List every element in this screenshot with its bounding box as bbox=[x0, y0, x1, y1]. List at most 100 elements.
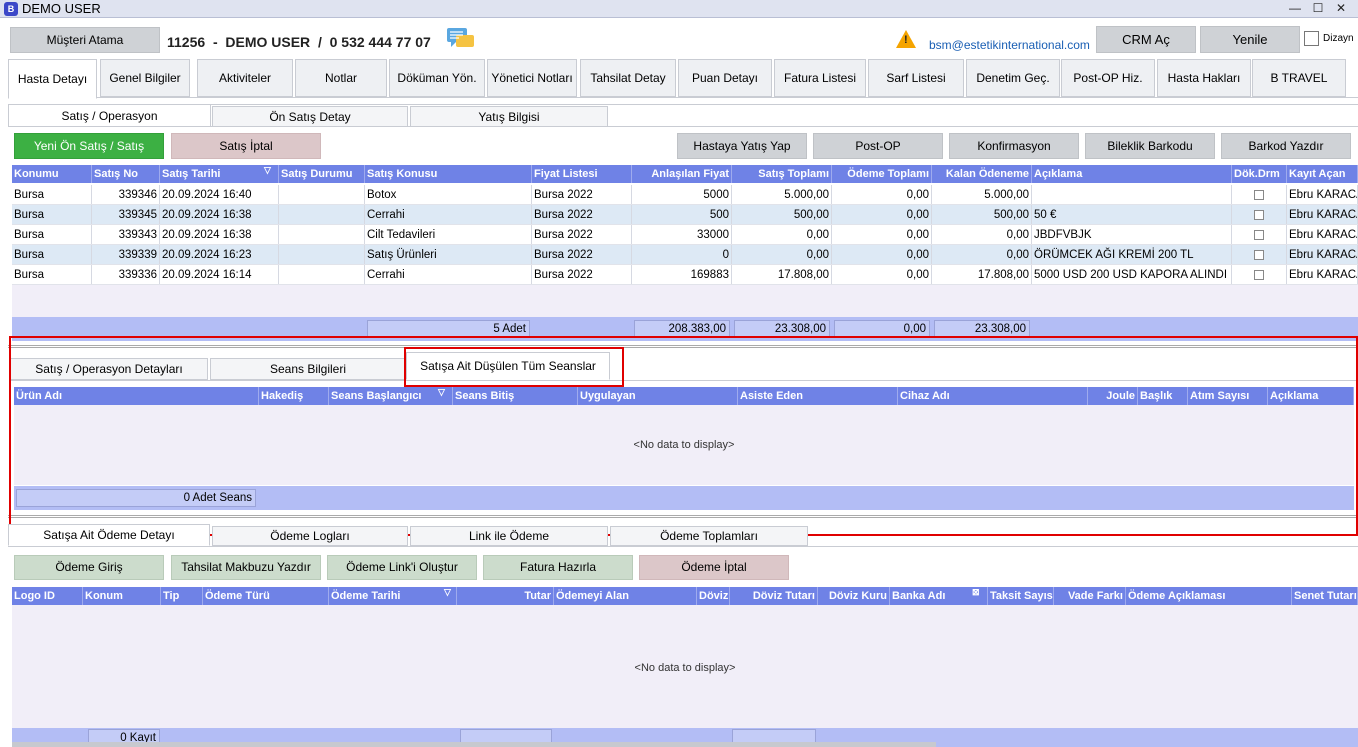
sales-col-header-4[interactable]: Satış Durumu bbox=[279, 165, 365, 183]
doc-status-checkbox[interactable] bbox=[1254, 229, 1264, 240]
main-tab-13[interactable]: Hasta Hakları bbox=[1157, 59, 1251, 97]
doc-status-checkbox[interactable] bbox=[1254, 249, 1264, 260]
table-row[interactable]: Bursa 339345 20.09.2024 16:38 Cerrahi Bursa … bbox=[12, 205, 1358, 225]
post-op-button[interactable]: Post-OP bbox=[813, 133, 943, 159]
doc-status-checkbox[interactable] bbox=[1254, 189, 1264, 200]
maximize-icon[interactable]: ☐ bbox=[1307, 0, 1329, 17]
main-tab-12[interactable]: Post-OP Hiz. bbox=[1061, 59, 1155, 97]
chat-icon[interactable] bbox=[446, 27, 476, 51]
doc-status-checkbox[interactable] bbox=[1254, 269, 1264, 280]
minimize-icon[interactable]: — bbox=[1284, 0, 1306, 17]
payment-col-header-10[interactable]: Döviz Kuru bbox=[818, 587, 890, 605]
sales-col-header-3[interactable]: Satış Tarihi bbox=[160, 165, 279, 183]
cell-tarih: 20.09.2024 16:14 bbox=[160, 265, 279, 284]
sales-col-header-6[interactable]: Fiyat Listesi bbox=[532, 165, 632, 183]
sales-col-header-12[interactable]: Dök.Drm bbox=[1232, 165, 1287, 183]
sub-tab-2[interactable]: Ön Satış Detay bbox=[212, 106, 408, 127]
payment-col-header-3[interactable]: Tip bbox=[161, 587, 203, 605]
main-tab-5[interactable]: Döküman Yön. bbox=[389, 59, 485, 97]
main-tab-9[interactable]: Fatura Listesi bbox=[774, 59, 866, 97]
cell-odeme_toplami: 0,00 bbox=[832, 205, 932, 224]
payment-entry-button[interactable]: Ödeme Giriş bbox=[14, 555, 164, 580]
cell-konum: Bursa bbox=[12, 205, 92, 224]
new-sale-button[interactable]: Yeni Ön Satış / Satış bbox=[14, 133, 164, 159]
bank-filter-icon[interactable]: ⊠ bbox=[972, 587, 980, 598]
main-tab-7[interactable]: Tahsilat Detay bbox=[580, 59, 676, 97]
payment-col-header-15[interactable]: Senet Tutarı bbox=[1292, 587, 1358, 605]
cell-no: 339345 bbox=[92, 205, 160, 224]
main-tab-10[interactable]: Sarf Listesi bbox=[868, 59, 964, 97]
cancel-sale-button[interactable]: Satış İptal bbox=[171, 133, 321, 159]
payment-link-button[interactable]: Ödeme Link'i Oluştur bbox=[327, 555, 477, 580]
payment-tab-3[interactable]: Link ile Ödeme bbox=[410, 526, 608, 546]
payment-col-header-8[interactable]: Döviz bbox=[697, 587, 730, 605]
invoice-button[interactable]: Fatura Hazırla bbox=[483, 555, 633, 580]
refresh-button[interactable]: Yenile bbox=[1200, 26, 1300, 53]
sub-tab-1[interactable]: Satış / Operasyon bbox=[8, 104, 211, 127]
payment-col-header-4[interactable]: Ödeme Türü bbox=[203, 587, 329, 605]
cell-konu: Cerrahi bbox=[365, 265, 532, 284]
cell-no: 339346 bbox=[92, 185, 160, 204]
payment-tab-4[interactable]: Ödeme Toplamları bbox=[610, 526, 808, 546]
main-tab-11[interactable]: Denetim Geç. bbox=[966, 59, 1060, 97]
payment-col-header-2[interactable]: Konum bbox=[83, 587, 161, 605]
receipt-print-button[interactable]: Tahsilat Makbuzu Yazdır bbox=[171, 555, 321, 580]
window-title: DEMO USER bbox=[22, 1, 101, 16]
email-link[interactable]: bsm@estetikinternational.com bbox=[929, 38, 1090, 52]
cell-tarih: 20.09.2024 16:38 bbox=[160, 225, 279, 244]
cell-kayit: Ebru KARACA bbox=[1287, 205, 1358, 224]
sales-col-header-1[interactable]: Konumu bbox=[12, 165, 92, 183]
sales-col-header-2[interactable]: Satış No bbox=[92, 165, 160, 183]
cell-fiyat_listesi: Bursa 2022 bbox=[532, 225, 632, 244]
payment-col-header-6[interactable]: Tutar bbox=[457, 587, 554, 605]
doc-status-checkbox[interactable] bbox=[1254, 209, 1264, 220]
table-row[interactable]: Bursa 339343 20.09.2024 16:38 Cilt Tedavile… bbox=[12, 225, 1358, 245]
close-icon[interactable]: ✕ bbox=[1330, 0, 1352, 17]
table-row[interactable]: Bursa 339346 20.09.2024 16:40 Botox Bursa 20… bbox=[12, 185, 1358, 205]
confirmation-button[interactable]: Konfirmasyon bbox=[949, 133, 1079, 159]
payment-tab-1[interactable]: Satışa Ait Ödeme Detayı bbox=[8, 524, 210, 546]
table-row[interactable]: Bursa 339336 20.09.2024 16:14 Cerrahi Bursa … bbox=[12, 265, 1358, 285]
print-barcode-button[interactable]: Barkod Yazdır bbox=[1221, 133, 1351, 159]
hospitalize-button[interactable]: Hastaya Yatış Yap bbox=[677, 133, 807, 159]
main-tab-14[interactable]: B TRAVEL bbox=[1252, 59, 1346, 97]
horizontal-scrollbar[interactable] bbox=[12, 742, 936, 747]
table-row[interactable]: Bursa 339339 20.09.2024 16:23 Satış Ürünler… bbox=[12, 245, 1358, 265]
cell-dok bbox=[1232, 245, 1287, 264]
cell-konum: Bursa bbox=[12, 185, 92, 204]
payment-date-filter-icon[interactable]: ▽ bbox=[444, 587, 451, 598]
payment-tab-2[interactable]: Ödeme Logları bbox=[212, 526, 408, 546]
payment-cancel-button[interactable]: Ödeme İptal bbox=[639, 555, 789, 580]
cell-kalan: 0,00 bbox=[932, 245, 1032, 264]
cell-no: 339343 bbox=[92, 225, 160, 244]
payment-col-header-13[interactable]: Vade Farkı bbox=[1054, 587, 1126, 605]
sales-col-header-9[interactable]: Ödeme Toplamı bbox=[832, 165, 932, 183]
payment-col-header-1[interactable]: Logo ID bbox=[12, 587, 83, 605]
cell-aciklama bbox=[1032, 185, 1232, 204]
crm-button[interactable]: CRM Aç bbox=[1096, 26, 1196, 53]
payment-col-header-14[interactable]: Ödeme Açıklaması bbox=[1126, 587, 1292, 605]
payment-col-header-5[interactable]: Ödeme Tarihi bbox=[329, 587, 457, 605]
musteri-atama-button[interactable]: Müşteri Atama bbox=[10, 27, 160, 53]
payment-col-header-7[interactable]: Ödemeyi Alan bbox=[554, 587, 697, 605]
cell-anlasilan: 0 bbox=[632, 245, 732, 264]
sales-col-header-13[interactable]: Kayıt Açan bbox=[1287, 165, 1358, 183]
sales-col-header-10[interactable]: Kalan Ödeneme bbox=[932, 165, 1032, 183]
payment-col-header-12[interactable]: Taksit Sayısı bbox=[988, 587, 1054, 605]
date-filter-icon[interactable]: ▽ bbox=[264, 165, 271, 176]
main-tab-2[interactable]: Genel Bilgiler bbox=[100, 59, 190, 97]
bracelet-barcode-button[interactable]: Bileklik Barkodu bbox=[1085, 133, 1215, 159]
main-tab-4[interactable]: Notlar bbox=[295, 59, 387, 97]
sales-col-header-7[interactable]: Anlaşılan Fiyat bbox=[632, 165, 732, 183]
main-tab-3[interactable]: Aktiviteler bbox=[197, 59, 293, 97]
sales-col-header-5[interactable]: Satış Konusu bbox=[365, 165, 532, 183]
cell-no: 339336 bbox=[92, 265, 160, 284]
sub-tab-3[interactable]: Yatış Bilgisi bbox=[410, 106, 608, 127]
main-tab-8[interactable]: Puan Detayı bbox=[678, 59, 772, 97]
layout-checkbox[interactable] bbox=[1304, 31, 1319, 46]
sales-col-header-11[interactable]: Açıklama bbox=[1032, 165, 1232, 183]
main-tab-6[interactable]: Yönetici Notları bbox=[487, 59, 577, 97]
sales-col-header-8[interactable]: Satış Toplamı bbox=[732, 165, 832, 183]
payment-col-header-9[interactable]: Döviz Tutarı bbox=[730, 587, 818, 605]
main-tab-1[interactable]: Hasta Detayı bbox=[8, 59, 97, 99]
